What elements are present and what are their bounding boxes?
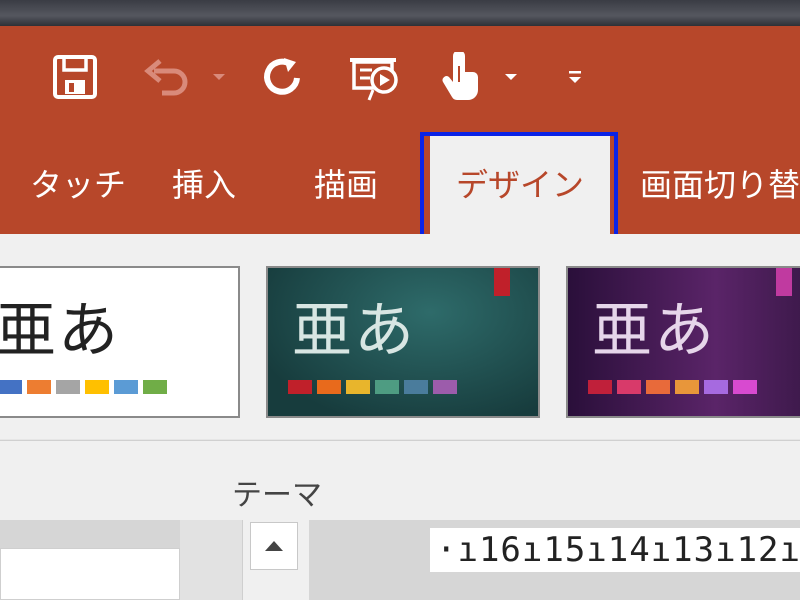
tab-insert[interactable]: 挿入 — [172, 160, 236, 210]
ruler-numbers: ·ı16ı15ı14ı13ı12ı1 — [436, 530, 800, 570]
color-swatch — [346, 380, 370, 394]
customize-qat-icon — [569, 71, 581, 83]
theme-accent-flag — [494, 268, 510, 296]
theme-color-swatches — [288, 380, 457, 394]
theme-sample-text: 亜あ — [292, 296, 416, 366]
scroll-up-icon — [265, 541, 283, 551]
save-button[interactable] — [48, 52, 102, 102]
color-swatch — [433, 380, 457, 394]
color-swatch — [646, 380, 670, 394]
color-swatch — [85, 380, 109, 394]
color-swatch — [317, 380, 341, 394]
color-swatch — [733, 380, 757, 394]
theme-thumbnail-office[interactable]: 亜あ — [0, 266, 240, 418]
touch-mouse-mode-icon — [442, 52, 478, 100]
touch-mode-dropdown[interactable] — [498, 52, 524, 102]
horizontal-ruler: ·ı16ı15ı14ı13ı12ı1 — [430, 528, 800, 572]
color-swatch — [375, 380, 399, 394]
slide-thumbnail-panel — [0, 548, 180, 600]
theme-color-swatches — [0, 380, 167, 394]
theme-sample-text: 亜あ — [0, 296, 120, 366]
ribbon-group-footer — [0, 440, 800, 521]
tab-draw[interactable]: 描画 — [314, 160, 378, 210]
present-from-beginning-button[interactable] — [344, 52, 406, 102]
color-swatch — [675, 380, 699, 394]
chevron-down-icon — [213, 74, 225, 80]
theme-accent-flag — [776, 268, 792, 296]
tab-design[interactable]: デザイン — [430, 134, 610, 234]
color-swatch — [588, 380, 612, 394]
color-swatch — [27, 380, 51, 394]
color-swatch — [404, 380, 428, 394]
customize-qat-button[interactable] — [560, 52, 590, 102]
group-label-themes: テーマ — [232, 478, 322, 513]
undo-dropdown[interactable] — [206, 52, 232, 102]
undo-button[interactable] — [138, 52, 196, 102]
color-swatch — [143, 380, 167, 394]
undo-icon — [144, 59, 188, 96]
color-swatch — [56, 380, 80, 394]
color-swatch — [288, 380, 312, 394]
save-icon — [53, 55, 97, 99]
theme-color-swatches — [588, 380, 757, 394]
panel-splitter[interactable] — [180, 520, 242, 600]
touch-mouse-mode-button[interactable] — [434, 52, 484, 102]
scroll-up-button[interactable] — [250, 522, 298, 570]
tab-touch[interactable]: タッチ — [30, 160, 126, 210]
redo-icon — [264, 58, 300, 95]
theme-sample-text: 亜あ — [592, 296, 716, 366]
tab-transitions[interactable]: 画面切り替 — [640, 160, 800, 210]
color-swatch — [114, 380, 138, 394]
color-swatch — [0, 380, 22, 394]
redo-button[interactable] — [256, 52, 310, 102]
color-swatch — [704, 380, 728, 394]
chevron-down-icon — [505, 74, 517, 80]
desktop-background — [0, 0, 800, 26]
present-from-beginning-icon — [350, 58, 398, 101]
color-swatch — [617, 380, 641, 394]
theme-thumbnail-teal[interactable]: 亜あ — [266, 266, 540, 418]
theme-thumbnail-purple[interactable]: 亜あ — [566, 266, 800, 418]
